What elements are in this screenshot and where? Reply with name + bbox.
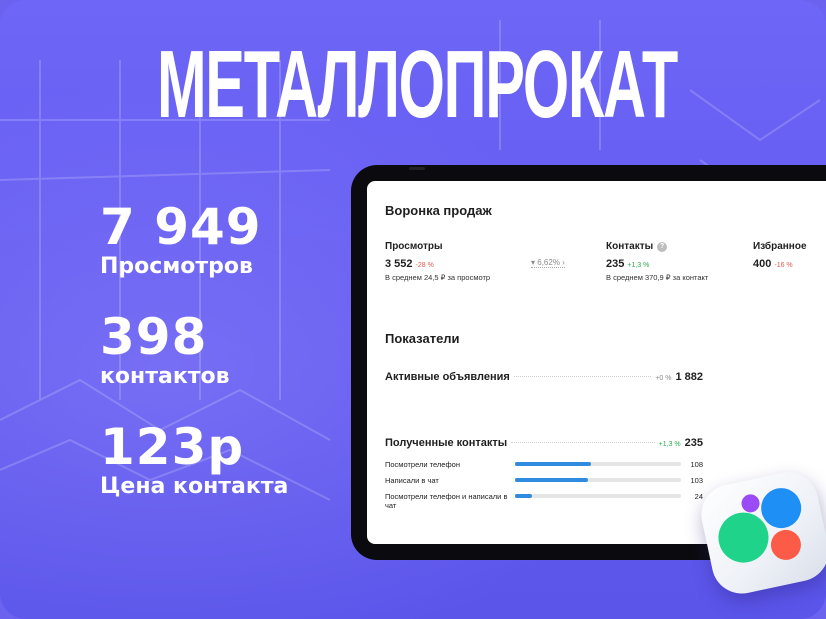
breakdown-label: Написали в чат [385,476,439,485]
funnel-title: Воронка продаж [385,203,492,218]
tablet-button [409,167,425,170]
breakdown-track [515,478,681,482]
funnel-column-contacts[interactable]: Контакты? 235 +1,3 % В среднем 370,9 ₽ за… [606,241,708,282]
breakdown-value: 108 [690,460,703,469]
logo-red-circle [768,527,804,563]
breakdown-row: Написали в чат 103 [385,476,703,492]
indicator-value: 1 882 [675,371,703,383]
funnel-subtitle: В среднем 24,5 ₽ за просмотр [385,273,491,282]
breakdown-fill [515,494,532,498]
breakdown-label: Посмотрели телефон и написали в чат [385,492,508,510]
breakdown-fill [515,478,589,482]
breakdown-row: Посмотрели телефон и написали в чат 24 [385,492,703,516]
funnel-column-views[interactable]: Просмотры 3 552 -28 % В среднем 24,5 ₽ за… [385,241,490,282]
funnel-delta: -28 % [415,262,434,269]
dotted-leader [513,376,652,377]
indicator-name: Активные объявления [385,371,510,383]
stat-value: 398 [100,308,208,366]
info-icon[interactable]: ? [657,241,668,252]
logo-purple-circle [739,492,762,515]
stat-label: Цена контакта [100,474,289,499]
indicator-received-contacts[interactable]: Полученные контакты +1,3 % 235 [385,437,703,449]
funnel-delta: +1,3 % [627,262,650,269]
conversion-value: 6,62% › [537,258,565,267]
funnel-value: 400 [753,258,772,270]
stat-contact-price: 123р Цена контакта [100,420,288,500]
stat-label: контактов [100,364,230,389]
funnel-column-favorites[interactable]: Избранное 400 -16 % [753,241,807,270]
breakdown-value: 103 [690,476,703,485]
stat-label: Просмотров [100,254,253,279]
indicator-name: Полученные контакты [385,437,508,449]
contacts-breakdown: Посмотрели телефон 108 Написали в чат 10… [385,460,703,516]
dotted-leader [511,442,655,443]
breakdown-track [515,462,681,466]
breakdown-label: Посмотрели телефон [385,460,460,469]
funnel-value: 3 552 [385,258,413,270]
headline: МЕТАЛЛОПРОКАТ [156,31,678,138]
conversion-link[interactable]: ▾ 6,62% › [531,258,565,268]
filter-icon: ▾ [531,258,536,267]
stat-value: 7 949 [100,198,262,256]
indicators-title: Показатели [385,331,460,346]
stat-value: 123р [100,418,245,476]
funnel-column-title: Избранное [753,241,807,252]
breakdown-fill [515,462,592,466]
funnel-value: 235 [606,258,625,270]
breakdown-track [515,494,681,498]
funnel-delta: -16 % [774,262,793,269]
stat-views: 7 949 Просмотров [100,200,262,280]
indicator-value: 235 [684,437,703,449]
promo-canvas: МЕТАЛЛОПРОКАТ 7 949 Просмотров 398 конта… [0,0,826,619]
funnel-column-title: Контакты [606,241,654,252]
funnel-subtitle: В среднем 370,9 ₽ за контакт [606,273,709,282]
breakdown-row: Посмотрели телефон 108 [385,460,703,476]
funnel-column-title: Просмотры [385,241,443,252]
breakdown-value: 24 [694,492,703,501]
indicator-delta: +0 % [655,375,672,382]
indicator-delta: +1,3 % [658,441,681,448]
stat-contacts: 398 контактов [100,310,230,390]
indicator-active-ads[interactable]: Активные объявления +0 % 1 882 [385,371,703,383]
